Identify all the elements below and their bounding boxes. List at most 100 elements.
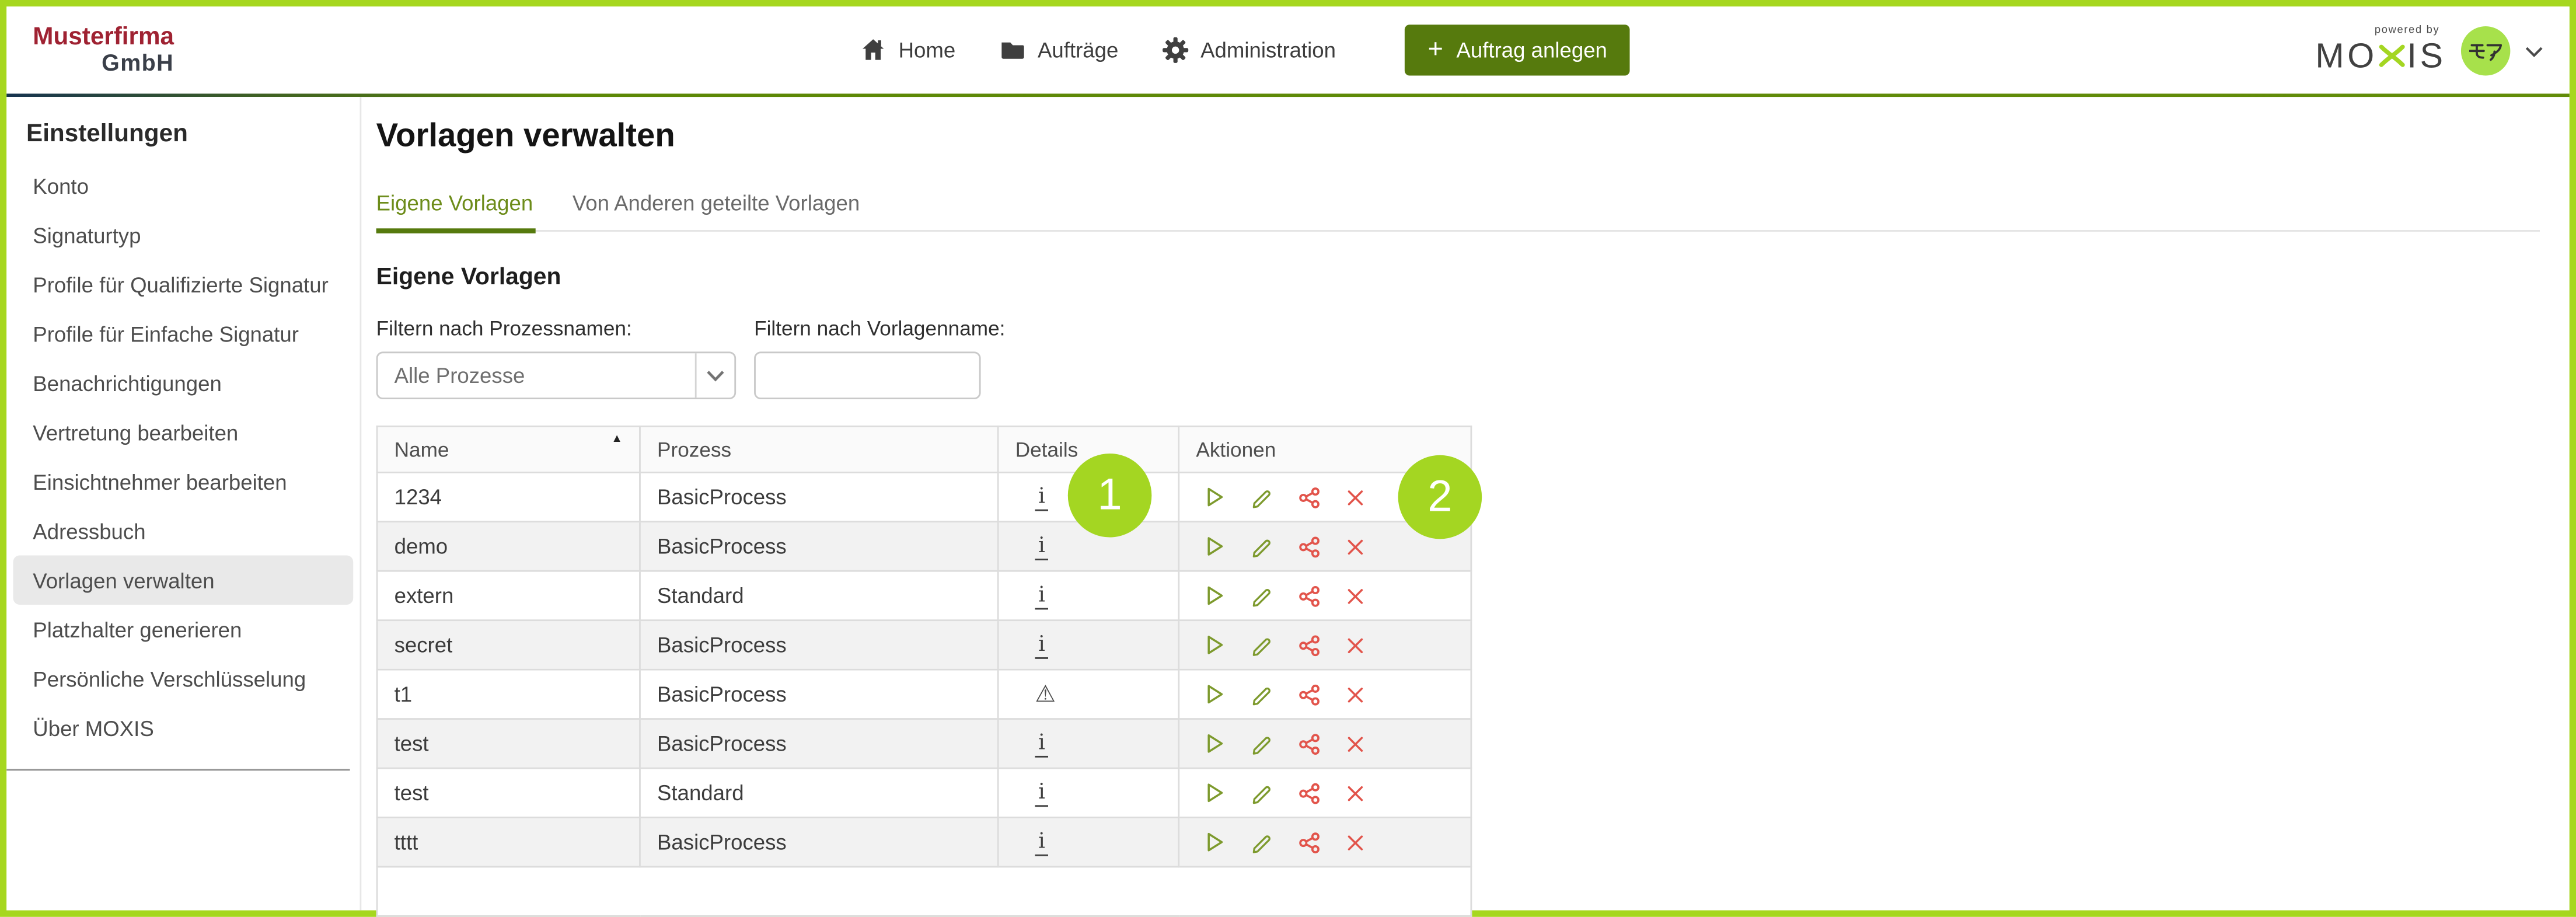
settings-sidebar: Einstellungen KontoSignaturtypProfile fü…: [6, 97, 361, 910]
nav-item-auftraege[interactable]: Aufträge: [998, 36, 1118, 64]
column-header-process[interactable]: Prozess: [640, 427, 998, 473]
user-avatar[interactable]: [2461, 26, 2510, 75]
run-template-icon[interactable]: [1203, 633, 1227, 657]
sidebar-item-signaturtyp[interactable]: Signaturtyp: [13, 210, 354, 259]
run-template-icon[interactable]: [1203, 484, 1227, 509]
create-order-button[interactable]: + Auftrag anlegen: [1405, 25, 1630, 75]
chevron-down-icon[interactable]: [2525, 36, 2543, 65]
moxis-wordmark: MO IS: [2315, 39, 2446, 74]
delete-x-icon[interactable]: [1344, 584, 1367, 607]
moxis-logo: powered by MO IS: [2315, 27, 2446, 74]
delete-x-icon[interactable]: [1344, 535, 1367, 557]
nav-item-administration[interactable]: Administration: [1161, 36, 1336, 64]
sort-ascending-icon: ▲: [611, 434, 623, 445]
sidebar-item-profile-für-qualifizierte-signatur[interactable]: Profile für Qualifizierte Signatur: [13, 260, 354, 309]
share-icon[interactable]: [1298, 633, 1321, 656]
sidebar-item-platzhalter-generieren[interactable]: Platzhalter generieren: [13, 605, 354, 654]
edit-pencil-icon[interactable]: [1250, 830, 1275, 855]
info-icon[interactable]: i: [1035, 585, 1048, 609]
sidebar-item-konto[interactable]: Konto: [13, 161, 354, 210]
info-icon[interactable]: i: [1035, 782, 1048, 806]
info-icon[interactable]: i: [1035, 733, 1048, 757]
moxis-wordmark-pre: MO: [2315, 39, 2377, 74]
share-icon[interactable]: [1298, 782, 1321, 804]
edit-pencil-icon[interactable]: [1250, 731, 1275, 756]
edit-pencil-icon[interactable]: [1250, 484, 1275, 509]
process-filter-group: Filtern nach Prozessnamen: Alle Prozesse: [376, 317, 736, 399]
cell-name: test: [377, 768, 640, 817]
moxis-powered-by: powered by: [2375, 27, 2440, 37]
table-footer-row: [377, 867, 1471, 916]
row-actions: [1196, 633, 1454, 657]
row-actions: [1196, 731, 1454, 756]
sidebar-item-profile-für-einfache-signatur[interactable]: Profile für Einfache Signatur: [13, 309, 354, 358]
tab-eigene-vorlagen[interactable]: Eigene Vorlagen: [376, 191, 536, 231]
company-logo-line1: Musterfirma: [33, 25, 174, 51]
create-order-button-label: Auftrag anlegen: [1456, 38, 1607, 62]
sidebar-item-vertretung-bearbeiten[interactable]: Vertretung bearbeiten: [13, 407, 354, 456]
filter-bar: Filtern nach Prozessnamen: Alle Prozesse…: [376, 317, 2570, 399]
edit-pencil-icon[interactable]: [1250, 583, 1275, 608]
templates-table-body: 1234 BasicProcess i demo: [377, 472, 1471, 867]
delete-x-icon[interactable]: [1344, 782, 1367, 804]
share-icon[interactable]: [1298, 683, 1321, 706]
main-navigation: Home Aufträge Administration + Auftrag a…: [859, 25, 1630, 75]
nav-item-home[interactable]: Home: [859, 36, 955, 64]
cell-actions: [1179, 719, 1471, 768]
table-row: demo BasicProcess i: [377, 522, 1471, 571]
edit-pencil-icon[interactable]: [1250, 780, 1275, 805]
share-icon[interactable]: [1298, 584, 1321, 607]
share-icon[interactable]: [1298, 486, 1321, 508]
column-header-name[interactable]: Name ▲: [377, 427, 640, 473]
moxis-x-icon: [2378, 39, 2407, 74]
table-header-row: Name ▲ Prozess Details Aktionen: [377, 427, 1471, 473]
table-row: test BasicProcess i: [377, 719, 1471, 768]
table-row: extern Standard i: [377, 571, 1471, 620]
template-filter-group: Filtern nach Vorlagenname:: [754, 317, 1005, 399]
sidebar-item-einsichtnehmer-bearbeiten[interactable]: Einsichtnehmer bearbeiten: [13, 457, 354, 506]
run-template-icon[interactable]: [1203, 583, 1227, 608]
edit-pencil-icon[interactable]: [1250, 534, 1275, 559]
process-filter-select[interactable]: Alle Prozesse: [376, 351, 736, 399]
edit-pencil-icon[interactable]: [1250, 682, 1275, 706]
info-icon[interactable]: i: [1035, 487, 1048, 511]
table-row: secret BasicProcess i: [377, 620, 1471, 670]
delete-x-icon[interactable]: [1344, 633, 1367, 656]
folder-icon: [998, 36, 1026, 64]
info-icon[interactable]: i: [1035, 832, 1048, 856]
run-template-icon[interactable]: [1203, 731, 1227, 756]
info-icon[interactable]: i: [1035, 634, 1048, 658]
tab-geteilte-vorlagen[interactable]: Von Anderen geteilte Vorlagen: [573, 191, 863, 231]
home-icon: [859, 36, 887, 64]
share-icon[interactable]: [1298, 535, 1321, 557]
delete-x-icon[interactable]: [1344, 831, 1367, 853]
run-template-icon[interactable]: [1203, 682, 1227, 706]
template-name-input[interactable]: [754, 351, 980, 399]
sidebar-item-vorlagen-verwalten[interactable]: Vorlagen verwalten: [13, 555, 354, 604]
run-template-icon[interactable]: [1203, 830, 1227, 855]
sidebar-item-über-moxis[interactable]: Über MOXIS: [13, 703, 354, 752]
info-icon[interactable]: i: [1035, 536, 1048, 560]
delete-x-icon[interactable]: [1344, 732, 1367, 755]
delete-x-icon[interactable]: [1344, 486, 1367, 508]
cell-details: i: [998, 768, 1179, 817]
sidebar-item-benachrichtigungen[interactable]: Benachrichtigungen: [13, 358, 354, 407]
cell-name: tttt: [377, 817, 640, 866]
select-chevron-icon: [695, 353, 735, 398]
company-logo-line2: GmbH: [33, 51, 174, 75]
sidebar-item-persönliche-verschlüsselung[interactable]: Persönliche Verschlüsselung: [13, 654, 354, 703]
share-icon[interactable]: [1298, 831, 1321, 853]
share-icon[interactable]: [1298, 732, 1321, 755]
cell-details: i: [998, 620, 1179, 670]
cell-details: i: [998, 817, 1179, 866]
page-title: Vorlagen verwalten: [376, 118, 2570, 156]
sidebar-nav: KontoSignaturtypProfile für Qualifiziert…: [6, 161, 359, 752]
edit-pencil-icon[interactable]: [1250, 633, 1275, 657]
run-template-icon[interactable]: [1203, 780, 1227, 805]
warning-icon[interactable]: ⚠: [1035, 680, 1055, 706]
row-actions: [1196, 830, 1454, 855]
sidebar-item-adressbuch[interactable]: Adressbuch: [13, 506, 354, 555]
delete-x-icon[interactable]: [1344, 683, 1367, 706]
run-template-icon[interactable]: [1203, 534, 1227, 559]
table-row: test Standard i: [377, 768, 1471, 817]
